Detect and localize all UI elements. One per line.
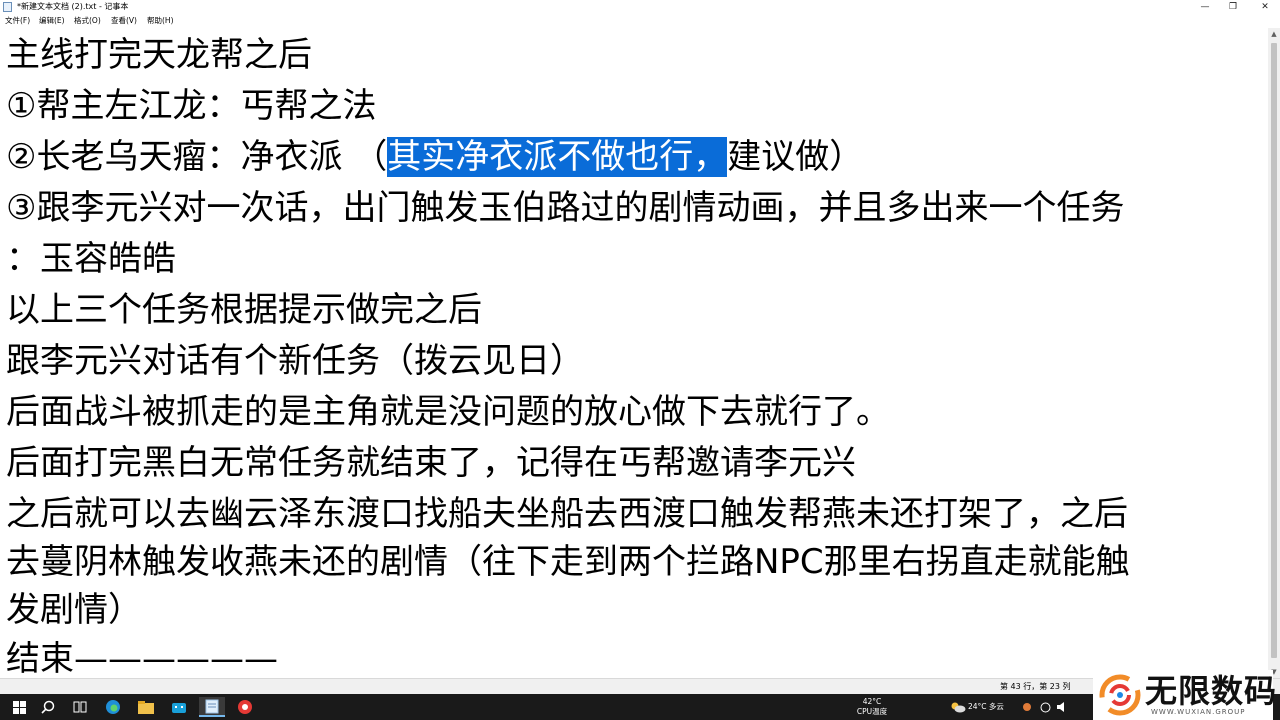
search-icon[interactable] xyxy=(38,697,58,717)
onedrive-icon[interactable] xyxy=(1035,697,1055,717)
notepad-taskbar-icon[interactable] xyxy=(199,697,225,717)
window-title: *新建文本文档 (2).txt - 记事本 xyxy=(17,2,129,11)
notepad-icon xyxy=(3,2,12,12)
task-view-icon[interactable] xyxy=(70,697,90,717)
wuxian-logo-icon xyxy=(1099,674,1141,716)
menu-format[interactable]: 格式(O) xyxy=(74,15,101,27)
maximize-button[interactable]: ❐ xyxy=(1218,0,1248,14)
text-line: 去蔓阴林触发收燕未还的剧情（往下走到两个拦路NPC那里右拐直走就能触 xyxy=(6,542,1130,582)
watermark: 无限数码 WWW.WUXIAN.GROUP xyxy=(1093,670,1276,720)
system-tray-icon[interactable] xyxy=(1017,697,1037,717)
menu-view[interactable]: 查看(V) xyxy=(111,15,137,27)
watermark-brand: 无限数码 xyxy=(1145,672,1278,710)
weather-text[interactable]: 24°C 多云 xyxy=(968,702,1004,711)
text-line: ①帮主左江龙：丐帮之法 xyxy=(6,86,377,126)
text-span: ②长老乌天瘤：净衣派 （ xyxy=(6,137,388,177)
text-line: 跟李元兴对话有个新任务（拨云见日） xyxy=(6,341,584,381)
start-icon[interactable] xyxy=(9,697,29,717)
text-editor[interactable]: 主线打完天龙帮之后 ①帮主左江龙：丐帮之法 ②长老乌天瘤：净衣派 （其实净衣派不… xyxy=(0,28,1268,678)
text-line: 后面打完黑白无常任务就结束了，记得在丐帮邀请李元兴 xyxy=(6,443,856,483)
taskbar: 42°C CPU温度 24°C 多云 xyxy=(0,694,1280,720)
status-bar: 第 43 行，第 23 列 xyxy=(0,678,1280,694)
menu-file[interactable]: 文件(F) xyxy=(5,15,30,27)
vertical-scrollbar[interactable]: ▲ ▼ xyxy=(1268,28,1280,678)
text-line: 后面战斗被抓走的是主角就是没问题的放心做下去就行了。 xyxy=(6,392,890,432)
text-line: 以上三个任务根据提示做完之后 xyxy=(6,290,482,330)
edge-browser-icon[interactable] xyxy=(103,697,123,717)
scrollbar-thumb[interactable] xyxy=(1271,43,1277,658)
scroll-up-icon[interactable]: ▲ xyxy=(1268,28,1280,40)
text-line: ：玉容皓皓 xyxy=(6,239,176,279)
selected-text: 其实净衣派不做也行， xyxy=(387,137,728,177)
cpu-temperature-label: CPU温度 xyxy=(856,707,888,716)
cpu-temperature: 42°C xyxy=(862,697,882,706)
speaker-icon[interactable] xyxy=(1053,697,1073,717)
notepad-window: *新建文本文档 (2).txt - 记事本 — ❐ ✕ 文件(F) 编辑(E) … xyxy=(0,0,1280,694)
bilibili-app-icon[interactable] xyxy=(169,697,189,717)
text-line: 结束—————— xyxy=(6,639,278,678)
close-button[interactable]: ✕ xyxy=(1250,0,1280,14)
menu-bar: 文件(F) 编辑(E) 格式(O) 查看(V) 帮助(H) xyxy=(0,14,1280,28)
file-explorer-icon[interactable] xyxy=(136,697,156,717)
text-line: 主线打完天龙帮之后 xyxy=(6,35,312,75)
text-line: 发剧情） xyxy=(6,590,142,630)
text-line: 之后就可以去幽云泽东渡口找船夫坐船去西渡口触发帮燕未还打架了，之后 xyxy=(6,494,1128,534)
menu-help[interactable]: 帮助(H) xyxy=(147,15,174,27)
weather-cloudy-icon[interactable] xyxy=(948,697,968,717)
menu-edit[interactable]: 编辑(E) xyxy=(39,15,65,27)
watermark-url: WWW.WUXIAN.GROUP xyxy=(1151,708,1246,716)
cursor-position: 第 43 行，第 23 列 xyxy=(1000,682,1071,691)
text-line: ③跟李元兴对一次话，出门触发玉伯路过的剧情动画，并且多出来一个任务 xyxy=(6,188,1125,228)
title-bar[interactable]: *新建文本文档 (2).txt - 记事本 — ❐ ✕ xyxy=(0,0,1280,14)
text-span: 建议做） xyxy=(727,137,864,177)
minimize-button[interactable]: — xyxy=(1190,0,1220,14)
text-line: ②长老乌天瘤：净衣派 （其实净衣派不做也行，建议做） xyxy=(6,132,863,182)
screen-recorder-icon[interactable] xyxy=(235,697,255,717)
